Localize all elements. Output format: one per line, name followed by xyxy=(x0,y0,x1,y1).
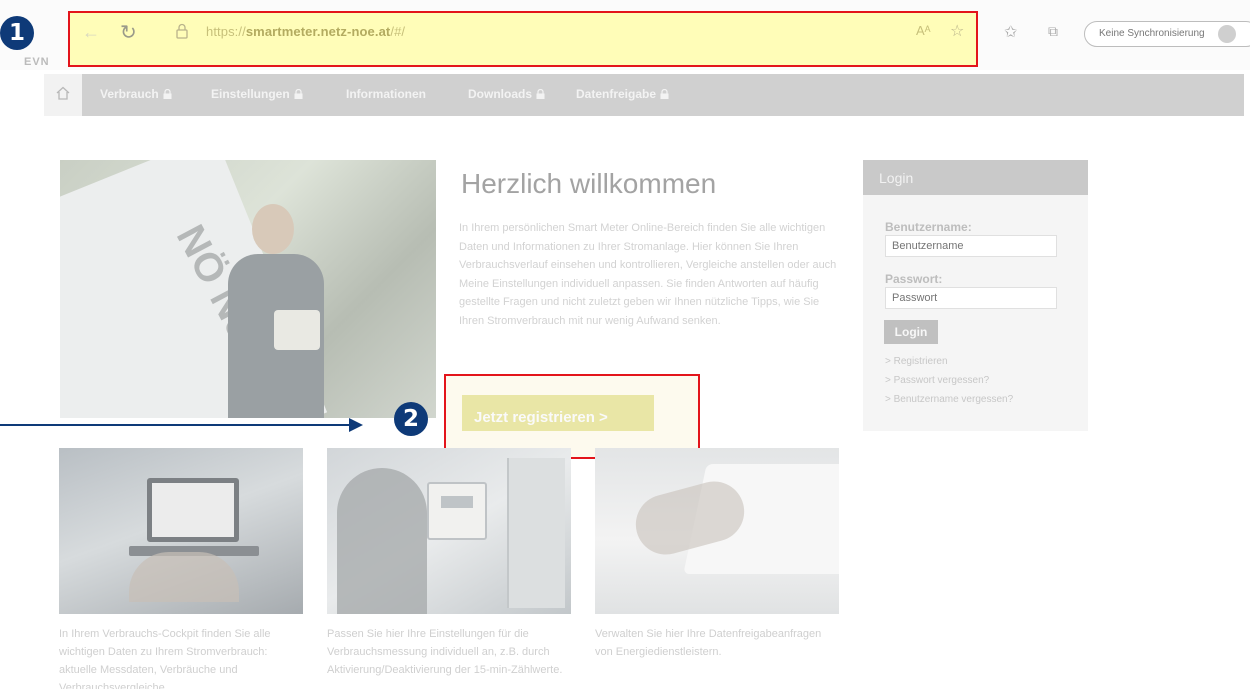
password-input[interactable] xyxy=(885,287,1057,309)
browser-toolbar: ← ↻ https://smartmeter.netz-noe.at/#/ Aᴬ… xyxy=(0,0,1250,70)
lock-icon xyxy=(294,89,303,99)
url-path: /#/ xyxy=(390,24,406,39)
collections-icon[interactable]: ⧉ xyxy=(1048,23,1058,40)
lock-icon xyxy=(163,89,172,99)
sync-button[interactable]: Keine Synchronisierung xyxy=(1084,21,1250,47)
home-tab[interactable] xyxy=(44,74,82,116)
login-button[interactable]: Login xyxy=(884,320,938,344)
profile-avatar xyxy=(1218,25,1236,43)
forgot-password-link[interactable]: > Passwort vergessen? xyxy=(885,375,989,386)
callout-arrow-head xyxy=(349,418,363,432)
callout-arrow-line xyxy=(0,424,350,426)
cabinet-graphic xyxy=(507,458,565,608)
site-logo[interactable]: EVN xyxy=(24,56,50,68)
nav-einstellungen[interactable]: Einstellungen xyxy=(211,87,303,101)
nav-informationen[interactable]: Informationen xyxy=(346,87,426,101)
hero-photo: NÖ Netz xyxy=(60,160,436,418)
read-aloud-icon[interactable]: Aᴬ xyxy=(916,23,931,38)
card-image-cockpit[interactable] xyxy=(59,448,303,614)
url-domain: smartmeter.netz-noe.at xyxy=(245,24,391,39)
lock-icon[interactable] xyxy=(176,23,188,39)
laptop-graphic xyxy=(147,478,239,542)
password-label: Passwort: xyxy=(885,272,943,286)
nav-label: Informationen xyxy=(346,87,426,101)
card-image-settings[interactable] xyxy=(327,448,571,614)
nav-label: Downloads xyxy=(468,87,533,101)
callout-marker-2: 2 xyxy=(394,402,428,436)
technician-head xyxy=(252,204,294,254)
username-input[interactable] xyxy=(885,235,1057,257)
site-navigation: Verbrauch Einstellungen Informationen Do… xyxy=(44,74,1244,116)
technician-graphic xyxy=(220,200,330,418)
forgot-username-link[interactable]: > Benutzername vergessen? xyxy=(885,394,1013,405)
card-text-cockpit: In Ihrem Verbrauchs-Cockpit finden Sie a… xyxy=(59,628,271,689)
lock-icon xyxy=(660,89,669,99)
address-bar-highlight xyxy=(68,11,978,67)
login-title: Login xyxy=(863,160,1088,195)
reload-icon[interactable]: ↻ xyxy=(120,20,137,45)
register-link[interactable]: > Registrieren xyxy=(885,356,948,367)
nav-label: Datenfreigabe xyxy=(576,87,657,101)
nav-label: Einstellungen xyxy=(211,87,290,101)
nav-datenfreigabe[interactable]: Datenfreigabe xyxy=(576,87,669,101)
url-prefix: https:// xyxy=(206,24,246,39)
back-icon[interactable]: ← xyxy=(82,22,100,43)
meter-display xyxy=(441,496,473,508)
login-panel: Login Benutzername: Passwort: Login > Re… xyxy=(863,160,1088,431)
add-favorite-icon[interactable]: ☆ xyxy=(950,21,964,41)
hands-graphic xyxy=(129,552,239,602)
username-label: Benutzername: xyxy=(885,220,972,234)
smart-meter-box xyxy=(274,310,320,350)
favorites-icon[interactable]: ✩ xyxy=(1004,22,1017,42)
nav-verbrauch[interactable]: Verbrauch xyxy=(100,87,172,101)
callout-marker-1: 1 xyxy=(0,16,34,50)
welcome-title: Herzlich willkommen xyxy=(461,168,717,199)
register-button[interactable]: Jetzt registrieren > xyxy=(462,395,654,431)
welcome-text: In Ihrem persönlichen Smart Meter Online… xyxy=(459,222,837,327)
address-bar[interactable]: https://smartmeter.netz-noe.at/#/ xyxy=(206,24,405,39)
sync-label: Keine Synchronisierung xyxy=(1099,28,1205,39)
card-text-datasharing: Verwalten Sie hier Ihre Datenfreigabeanf… xyxy=(595,628,822,658)
home-icon xyxy=(56,86,70,100)
nav-downloads[interactable]: Downloads xyxy=(468,87,545,101)
nav-label: Verbrauch xyxy=(100,87,159,101)
person-graphic xyxy=(337,468,427,614)
card-image-datasharing[interactable] xyxy=(595,448,839,614)
lock-icon xyxy=(536,89,545,99)
card-text-settings: Passen Sie hier Ihre Einstellungen für d… xyxy=(327,628,563,676)
meter-graphic xyxy=(427,482,487,540)
